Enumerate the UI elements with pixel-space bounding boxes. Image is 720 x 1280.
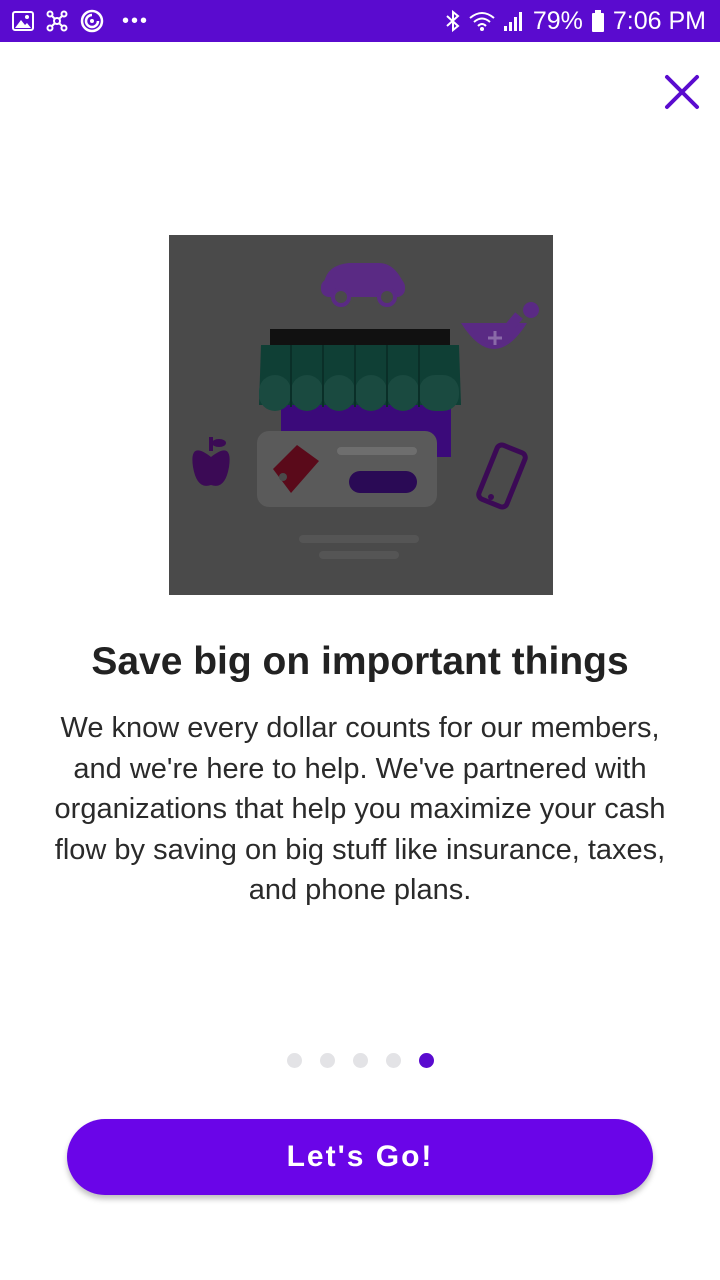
lets-go-button[interactable]: Let's Go! [67, 1119, 653, 1195]
overflow-indicator: ••• [122, 10, 150, 32]
bluetooth-icon [445, 9, 461, 33]
status-bar-left: ••• [12, 9, 149, 33]
signal-icon [503, 10, 525, 32]
status-bar: ••• 79% 7:06 PM [0, 0, 720, 42]
close-button[interactable] [658, 68, 706, 116]
battery-percent: 79% [532, 6, 583, 35]
page-indicator [0, 1050, 720, 1070]
network-icon [46, 10, 68, 32]
page-description: We know every dollar counts for our memb… [54, 712, 666, 906]
close-icon [665, 75, 699, 109]
page-dot[interactable] [385, 1052, 401, 1068]
gallery-icon [12, 11, 34, 31]
battery-icon [591, 9, 605, 33]
hero-illustration [169, 235, 553, 595]
storefront-icon [257, 329, 461, 559]
phone-icon [476, 442, 528, 510]
car-icon [321, 263, 405, 307]
page-dot-active[interactable] [418, 1052, 434, 1068]
page-dot[interactable] [319, 1052, 335, 1068]
page-dot[interactable] [286, 1052, 302, 1068]
page-title: Save big on important things [91, 640, 629, 683]
status-time: 7:06 PM [612, 6, 706, 35]
status-bar-right: 79% 7:06 PM [445, 7, 706, 36]
apple-icon [192, 437, 230, 486]
page-dot[interactable] [352, 1052, 368, 1068]
sync-icon [80, 9, 104, 33]
wifi-icon [469, 10, 495, 32]
mortar-pestle-icon [461, 302, 539, 349]
